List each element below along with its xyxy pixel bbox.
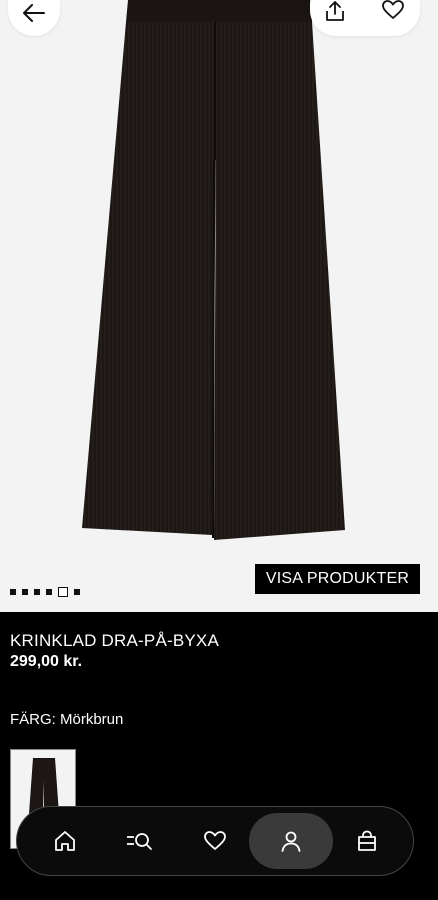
share-icon (326, 1, 344, 21)
color-label: FÄRG: Mörkbrun (10, 711, 124, 728)
heart-outline-icon (382, 0, 404, 19)
share-button[interactable] (324, 0, 348, 24)
header-actions (310, 0, 420, 36)
nav-account[interactable] (249, 813, 333, 869)
nav-bag[interactable] (325, 813, 409, 869)
pagination-dot[interactable] (46, 589, 52, 595)
pagination-dot[interactable] (10, 589, 16, 595)
arrow-left-icon (23, 4, 45, 22)
pagination-dot[interactable] (34, 589, 40, 595)
product-image (82, 0, 345, 540)
product-price: 299,00 kr. (10, 653, 83, 670)
pagination-dot[interactable] (74, 589, 80, 595)
search-menu-icon (127, 833, 152, 850)
nav-home[interactable] (23, 813, 107, 869)
pagination-dot[interactable] (22, 589, 28, 595)
user-icon (281, 831, 301, 852)
image-pagination (10, 587, 80, 597)
nav-search[interactable] (97, 813, 181, 869)
show-products-button[interactable]: VISA PRODUKTER (255, 564, 420, 594)
product-image-area[interactable]: VISA PRODUKTER (0, 0, 438, 612)
pagination-dot-active[interactable] (58, 587, 68, 597)
home-icon (55, 831, 75, 851)
bag-icon (358, 830, 376, 851)
wishlist-button[interactable] (382, 0, 406, 24)
heart-icon (204, 831, 226, 850)
nav-favorites[interactable] (173, 813, 257, 869)
product-title: KRINKLAD DRA-PÅ-BYXA (10, 631, 219, 650)
bottom-navigation (16, 806, 414, 876)
